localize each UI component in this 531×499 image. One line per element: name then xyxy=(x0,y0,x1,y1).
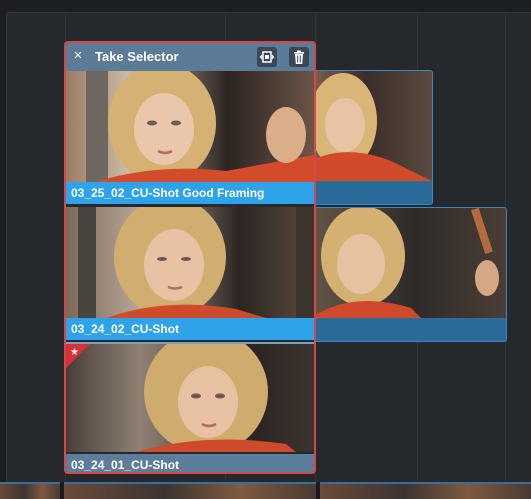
fit-clip-icon[interactable] xyxy=(257,47,277,67)
close-icon[interactable]: × xyxy=(70,48,86,64)
timeline-track-strip xyxy=(0,482,531,499)
clip-name-bar xyxy=(301,319,506,341)
take-thumbnail xyxy=(66,71,314,182)
clip-thumbnail xyxy=(301,208,506,318)
take-thumbnail xyxy=(66,207,314,318)
flag-star: ★ xyxy=(70,347,79,358)
take-item[interactable]: ★ 03_24_01_CU-Shot xyxy=(66,342,314,472)
timeline-clip[interactable] xyxy=(64,482,316,499)
take-selector-header: × Take Selector xyxy=(66,43,314,71)
panel-title: Take Selector xyxy=(95,49,179,64)
flag-marker-icon: ★ xyxy=(66,344,90,368)
timeline-clip[interactable] xyxy=(300,70,433,205)
trash-icon[interactable] xyxy=(289,47,309,67)
timeline-clip[interactable] xyxy=(300,207,507,342)
take-thumbnail xyxy=(66,344,314,452)
take-item[interactable]: 03_24_02_CU-Shot xyxy=(66,207,314,340)
take-item[interactable]: 03_25_02_CU-Shot Good Framing xyxy=(66,71,314,204)
clip-name-bar xyxy=(301,182,432,204)
take-label: 03_24_02_CU-Shot xyxy=(66,318,314,340)
take-label: 03_24_01_CU-Shot xyxy=(66,454,314,472)
timeline-clip[interactable] xyxy=(320,482,531,499)
timeline-clip[interactable] xyxy=(0,482,60,499)
take-selector-panel: × Take Selector 03_25_02_CU-Shot Good Fr… xyxy=(64,41,316,474)
take-label: 03_25_02_CU-Shot Good Framing xyxy=(66,182,314,204)
clip-thumbnail xyxy=(301,71,432,181)
